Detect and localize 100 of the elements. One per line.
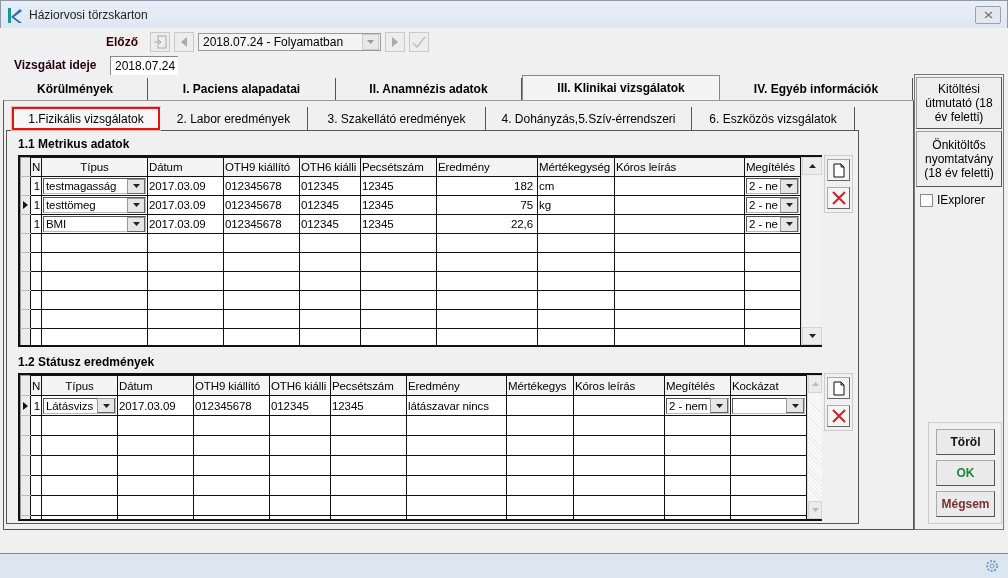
exam-date-field[interactable]: 2018.07.24 <box>110 55 178 75</box>
record-dropdown[interactable]: 2018.07.24 - Folyamatban <box>198 33 381 51</box>
row-header-cell <box>20 233 31 253</box>
dropdown-field[interactable]: 2 - ne <box>746 197 799 213</box>
column-header: OTH9 kiállító <box>193 375 270 396</box>
up-arrow-icon <box>808 164 816 168</box>
checkbox[interactable] <box>920 193 933 207</box>
table-cell: látászavar nincs <box>406 395 507 416</box>
column-header: Típus <box>41 375 118 396</box>
section-title: 1.1 Metrikus adatok <box>18 137 131 151</box>
dropdown-button[interactable] <box>97 398 115 413</box>
row-header-cell <box>20 309 31 329</box>
column-header: Dátum <box>147 157 224 177</box>
table-cell: 2017.03.09 <box>147 176 224 196</box>
table-cell: 12345 <box>360 195 437 215</box>
table-cell: 012345678 <box>223 176 300 196</box>
column-header: Megítélés <box>744 157 801 177</box>
dropdown-field[interactable]: 2 - ne <box>746 178 799 194</box>
dropdown-field[interactable]: testmagasság <box>43 178 146 194</box>
dropdown-button[interactable] <box>127 216 145 232</box>
table-cell: 12345 <box>360 176 437 196</box>
check-icon <box>412 35 426 49</box>
scrollbar[interactable] <box>801 157 822 345</box>
gear-icon <box>984 558 1000 574</box>
dropdown-button[interactable] <box>780 216 798 232</box>
table-cell: 1 <box>30 214 42 234</box>
column-header: Megítélés <box>664 375 731 396</box>
close-icon <box>983 10 993 19</box>
column-header: N <box>30 375 42 396</box>
table-cell: 012345678 <box>193 395 270 416</box>
down-arrow-icon <box>811 508 819 512</box>
row-header-cell <box>20 252 31 272</box>
table-cell: 012345678 <box>223 195 300 215</box>
ok-button[interactable]: OK <box>936 460 995 486</box>
dropdown-button[interactable] <box>780 178 798 194</box>
dropdown-field[interactable] <box>732 397 805 414</box>
row-header-cell <box>20 455 31 476</box>
row-header-cell <box>20 495 31 516</box>
column-header: Pecsétszám <box>330 375 407 396</box>
table-cell: 1 <box>30 176 42 196</box>
column-header: Mértékegys <box>506 375 574 396</box>
side-button[interactable]: Kitöltési útmutató (18 év feletti) <box>916 77 1002 129</box>
new-row-button[interactable] <box>827 377 850 399</box>
sub-tab[interactable]: 2. Labor eredmények <box>160 107 308 130</box>
table-cell: 12345 <box>330 395 407 416</box>
delete-row-button[interactable] <box>827 187 850 209</box>
new-row-button[interactable] <box>827 159 850 181</box>
table-cell: 2017.03.09 <box>117 395 194 416</box>
caret-icon <box>715 403 723 408</box>
side-button[interactable]: Önkitöltős nyomtatvány (18 év feletti) <box>916 131 1002 187</box>
dropdown-field[interactable]: 2 - ne <box>746 216 799 232</box>
delete-button[interactable]: Töröl <box>936 429 995 455</box>
column-header: Típus <box>41 157 148 177</box>
main-tab[interactable]: III. Klinikai vizsgálatok <box>522 75 720 100</box>
column-header: OTH6 kiálli <box>269 375 331 396</box>
column-header: N <box>30 157 42 177</box>
table-cell: 12345 <box>360 214 437 234</box>
dropdown-button[interactable] <box>780 197 798 213</box>
close-button[interactable] <box>975 5 1001 24</box>
sub-tab[interactable]: 1.Fizikális vizsgálatok <box>12 107 160 130</box>
dropdown-button[interactable] <box>127 197 145 213</box>
row-header-cell <box>20 271 31 291</box>
caret-icon <box>791 403 799 408</box>
dropdown-field[interactable]: Látásvizs <box>43 397 116 414</box>
door-arrow-icon <box>153 35 167 49</box>
down-arrow-icon <box>808 334 816 338</box>
table-cell: 2017.03.09 <box>147 214 224 234</box>
caret-icon <box>132 222 140 226</box>
document-icon <box>832 162 845 178</box>
caret-icon <box>785 203 793 207</box>
dropdown-field[interactable]: 2 - nem <box>666 397 729 414</box>
delete-row-button[interactable] <box>827 405 850 427</box>
window-title: Háziorvosi törzskarton <box>29 7 149 22</box>
table-cell: 182 <box>436 176 538 196</box>
column-header: Eredmény <box>436 157 538 177</box>
caret-icon <box>132 184 140 188</box>
table-cell: 012345 <box>299 214 361 234</box>
dropdown-button[interactable] <box>127 178 145 194</box>
column-header: Kockázat <box>730 375 807 396</box>
column-header: Kóros leírás <box>573 375 665 396</box>
scrollbar[interactable] <box>807 375 822 519</box>
dropdown-field[interactable]: testtömeg <box>43 197 146 213</box>
table-cell: 2017.03.09 <box>147 195 224 215</box>
caret-icon <box>785 184 793 188</box>
column-header: OTH6 kiálli <box>299 157 361 177</box>
table-cell: 1 <box>30 395 42 416</box>
dropdown-field[interactable]: BMI <box>43 216 146 232</box>
row-header-cell <box>20 475 31 496</box>
dropdown-button[interactable] <box>710 398 728 413</box>
row-header-cell <box>20 290 31 310</box>
checkbox-label: IExplorer <box>937 193 986 207</box>
table-cell: 75 <box>436 195 538 215</box>
column-header: Mértékegység <box>537 157 615 177</box>
column-header: Pecsétszám <box>360 157 437 177</box>
column-header: Dátum <box>117 375 194 396</box>
caret-icon <box>367 40 374 44</box>
table-cell: 012345 <box>269 395 331 416</box>
dropdown-button[interactable] <box>786 398 804 413</box>
cancel-button[interactable]: Mégsem <box>936 491 995 517</box>
table-cell: 012345678 <box>223 214 300 234</box>
